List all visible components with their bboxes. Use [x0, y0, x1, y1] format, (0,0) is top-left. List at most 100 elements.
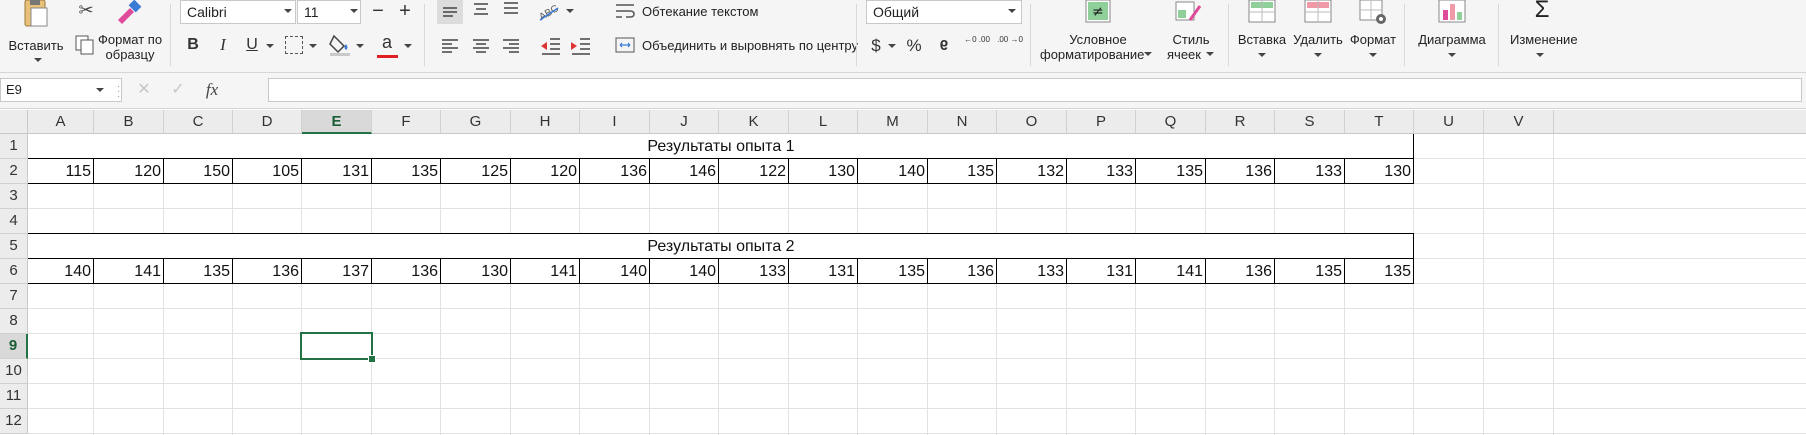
font-color-caret[interactable] [404, 44, 412, 48]
italic-button[interactable]: I [211, 33, 235, 57]
cell-n2[interactable]: 135 [928, 159, 996, 183]
cell-j6[interactable]: 140 [650, 259, 718, 283]
column-header-o[interactable]: O [997, 110, 1067, 134]
cell-h2[interactable]: 120 [511, 159, 579, 183]
currency-caret[interactable] [888, 44, 896, 48]
cell-s2[interactable]: 133 [1275, 159, 1344, 183]
cell-r6[interactable]: 136 [1206, 259, 1274, 283]
cell-a6[interactable]: 140 [28, 259, 93, 283]
align-top-icon[interactable] [437, 0, 463, 24]
cancel-entry-icon[interactable]: ✕ [132, 78, 156, 102]
cell-c2[interactable]: 150 [164, 159, 232, 183]
percent-button[interactable]: % [902, 34, 926, 58]
column-header-h[interactable]: H [511, 110, 580, 134]
column-header-g[interactable]: G [441, 110, 511, 134]
row-header-6[interactable]: 6 [0, 259, 28, 284]
confirm-entry-icon[interactable]: ✓ [166, 78, 190, 102]
fill-handle[interactable] [368, 355, 376, 363]
column-header-p[interactable]: P [1067, 110, 1136, 134]
align-bottom-icon[interactable] [498, 0, 524, 24]
format-painter-button[interactable]: Формат по образцу [98, 0, 162, 68]
row-header-10[interactable]: 10 [0, 359, 28, 384]
format-cells-caret[interactable] [1369, 53, 1377, 57]
cell-k6[interactable]: 133 [719, 259, 788, 283]
cell-i6[interactable]: 140 [580, 259, 649, 283]
column-header-i[interactable]: I [580, 110, 650, 134]
cell-a2[interactable]: 115 [28, 159, 93, 183]
column-header-u[interactable]: U [1414, 110, 1484, 134]
row-header-1[interactable]: 1 [0, 134, 28, 159]
format-cells-button[interactable]: Формат [1346, 0, 1400, 68]
row-header-12[interactable]: 12 [0, 409, 28, 434]
text-orientation-caret[interactable] [566, 9, 574, 13]
paste-button[interactable]: Вставить [8, 0, 64, 68]
delete-cells-caret[interactable] [1314, 53, 1322, 57]
cell-m2[interactable]: 140 [858, 159, 927, 183]
cell-r2[interactable]: 136 [1206, 159, 1274, 183]
row-header-5[interactable]: 5 [0, 234, 28, 259]
number-format-caret[interactable] [1008, 9, 1016, 13]
decrease-decimal-button[interactable]: .00 →0 [995, 34, 1025, 58]
column-header-s[interactable]: S [1275, 110, 1345, 134]
chart-button[interactable]: Диаграмма [1410, 0, 1494, 68]
cell-p2[interactable]: 133 [1067, 159, 1135, 183]
cell-f2[interactable]: 135 [372, 159, 440, 183]
font-color-button[interactable]: a [375, 30, 399, 54]
cell-h6[interactable]: 141 [511, 259, 579, 283]
active-cell-e9[interactable] [300, 332, 373, 360]
column-header-r[interactable]: R [1206, 110, 1275, 134]
number-format-select[interactable]: Общий [866, 0, 1022, 24]
editing-button[interactable]: Σ Изменение [1504, 0, 1584, 68]
cell-t6[interactable]: 135 [1345, 259, 1413, 283]
font-name-select[interactable]: Calibri [180, 0, 296, 24]
column-header-e[interactable]: E [302, 110, 372, 134]
cell-t2[interactable]: 130 [1345, 159, 1413, 183]
column-header-n[interactable]: N [928, 110, 997, 134]
insert-cells-caret[interactable] [1258, 53, 1266, 57]
formula-input[interactable] [268, 78, 1802, 102]
shrink-font-button[interactable]: − [366, 0, 390, 23]
column-header-b[interactable]: B [94, 110, 164, 134]
column-header-a[interactable]: A [28, 110, 94, 134]
row-header-8[interactable]: 8 [0, 309, 28, 334]
row-header-4[interactable]: 4 [0, 209, 28, 234]
align-middle-icon[interactable] [468, 0, 494, 24]
row-header-7[interactable]: 7 [0, 284, 28, 309]
align-left-icon[interactable] [437, 34, 463, 58]
cell-styles-caret[interactable] [1206, 52, 1214, 56]
merge-center-button[interactable]: Объединить и выровнять по центру [612, 34, 858, 58]
select-all-corner[interactable] [0, 110, 28, 134]
conditional-formatting-button[interactable]: ≠ Условное форматирование [1040, 0, 1156, 68]
cell-c6[interactable]: 135 [164, 259, 232, 283]
column-header-q[interactable]: Q [1136, 110, 1206, 134]
borders-caret[interactable] [309, 44, 317, 48]
cell-i2[interactable]: 136 [580, 159, 649, 183]
row-header-2[interactable]: 2 [0, 159, 28, 184]
cell-s6[interactable]: 135 [1275, 259, 1344, 283]
text-orientation-icon[interactable]: ABC [536, 0, 562, 24]
cell-m6[interactable]: 135 [858, 259, 927, 283]
insert-function-icon[interactable]: fx [200, 78, 224, 102]
cell-k2[interactable]: 122 [719, 159, 788, 183]
cell-f6[interactable]: 136 [372, 259, 440, 283]
cell-g6[interactable]: 130 [441, 259, 510, 283]
cell-l2[interactable]: 130 [789, 159, 857, 183]
conditional-formatting-caret[interactable] [1144, 52, 1152, 56]
cell-e2[interactable]: 131 [302, 159, 371, 183]
column-header-m[interactable]: M [858, 110, 928, 134]
row-header-11[interactable]: 11 [0, 384, 28, 409]
font-name-caret[interactable] [284, 9, 292, 13]
bold-button[interactable]: B [181, 33, 205, 57]
underline-button[interactable]: U [240, 33, 264, 57]
column-header-j[interactable]: J [650, 110, 719, 134]
merged-title-2[interactable]: Результаты опыта 2 [29, 234, 1413, 258]
cut-icon[interactable]: ✂ [74, 0, 98, 22]
column-header-t[interactable]: T [1345, 110, 1414, 134]
align-right-icon[interactable] [498, 34, 524, 58]
cell-d6[interactable]: 136 [233, 259, 301, 283]
align-center-icon[interactable] [468, 34, 494, 58]
cell-n6[interactable]: 136 [928, 259, 996, 283]
column-header-l[interactable]: L [789, 110, 858, 134]
column-header-f[interactable]: F [372, 110, 441, 134]
row-header-3[interactable]: 3 [0, 184, 28, 209]
